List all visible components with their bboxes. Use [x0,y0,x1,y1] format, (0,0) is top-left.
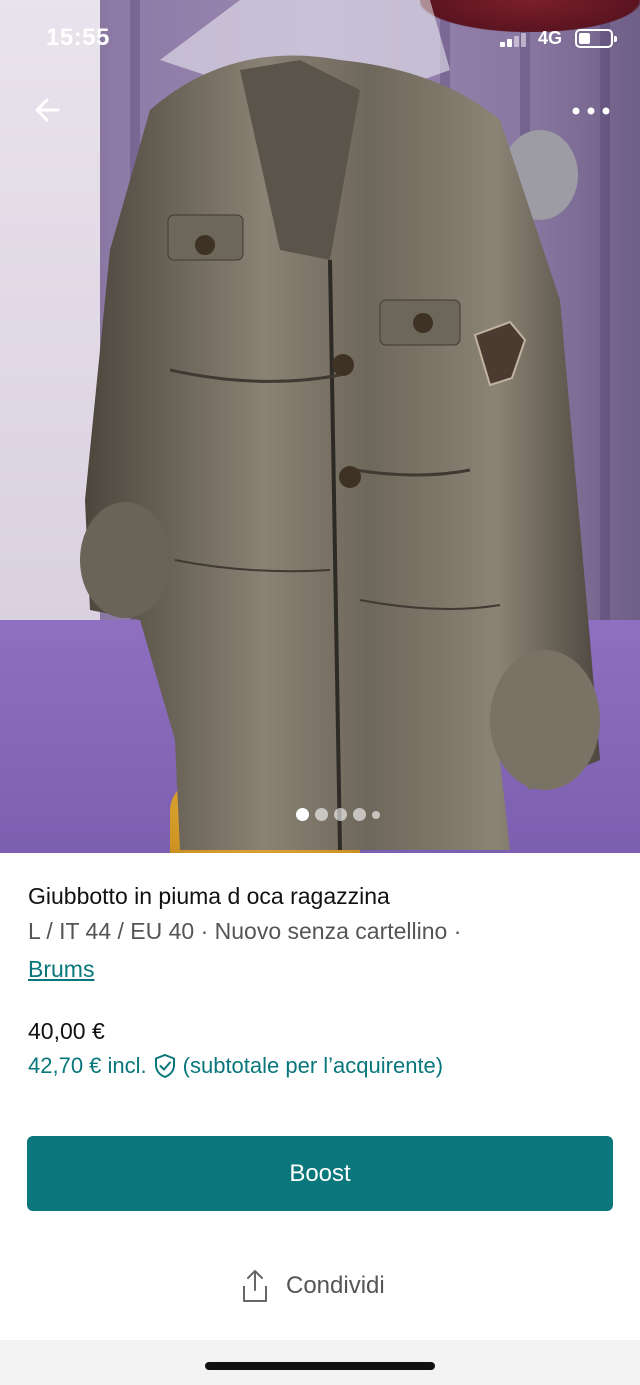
more-options-button[interactable] [566,96,616,126]
status-bar: 15:55 4G [0,0,640,76]
carousel-dot[interactable] [372,811,380,819]
price-note: (subtotale per l’acquirente) [182,1053,444,1078]
item-price: 40,00 € [28,1018,105,1044]
item-details: L / IT 44 / EU 40 · Nuovo senza cartelli… [28,918,462,944]
coat-illustration [80,0,600,851]
brand-link[interactable]: Brums [28,956,94,983]
arrow-left-icon [35,98,60,122]
price-including-fees: 42,70 € incl. [28,1053,147,1078]
boost-button[interactable]: Boost [27,1136,613,1211]
share-label: Condividi [286,1272,385,1299]
battery-icon [575,29,617,48]
carousel-dot[interactable] [296,808,309,821]
home-indicator[interactable] [205,1362,435,1370]
more-horizontal-icon [572,107,610,115]
carousel-dot[interactable] [334,808,347,821]
share-icon [243,1270,267,1302]
carousel-dot[interactable] [315,808,328,821]
carousel-dot[interactable] [353,808,366,821]
item-title: Giubbotto in piuma d oca ragazzina [28,883,390,909]
product-photo[interactable] [0,0,640,853]
status-time: 15:55 [46,24,110,51]
signal-strength-icon [500,31,530,47]
network-type: 4G [538,28,563,48]
back-button[interactable] [28,90,68,130]
battery-level [579,33,590,44]
share-button[interactable]: Condividi [238,1268,385,1304]
buyer-price-info[interactable]: 42,70 € incl. (subtotale per l’acquirent… [28,1053,443,1079]
shield-check-icon [154,1053,175,1079]
carousel-pagination[interactable] [0,808,640,828]
